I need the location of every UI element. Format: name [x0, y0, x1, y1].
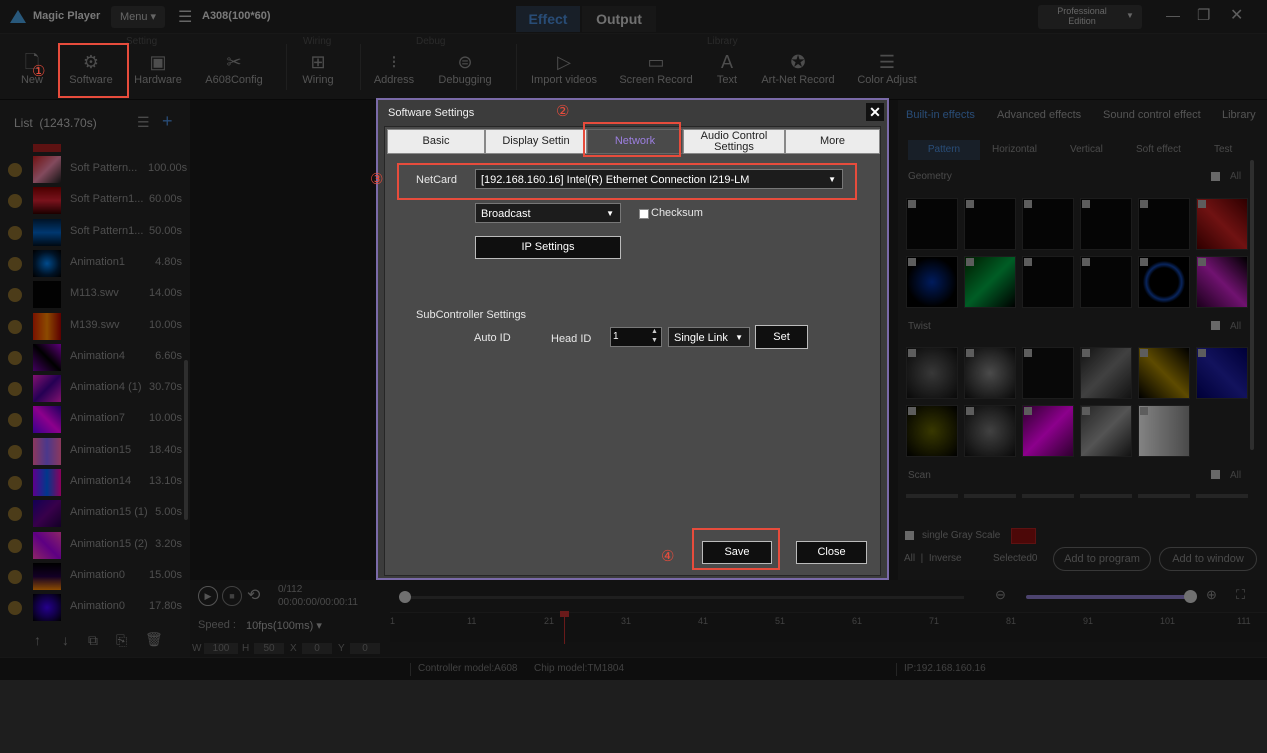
subcontroller-title: SubController Settings — [416, 309, 527, 321]
close-button[interactable]: Close — [796, 541, 867, 564]
chevron-down-icon: ▼ — [735, 333, 743, 342]
checksum-label: Checksum — [651, 207, 703, 219]
software-highlight — [58, 43, 129, 98]
save-highlight — [692, 528, 780, 570]
step-1-marker: ① — [32, 63, 46, 80]
netcard-highlight — [397, 163, 857, 200]
network-tab-highlight — [583, 122, 681, 157]
step-4-marker: ④ — [661, 548, 675, 565]
step-2-marker: ② — [556, 103, 570, 120]
tab-audio-control-settings[interactable]: Audio Control Settings — [683, 129, 785, 154]
auto-id-label: Auto ID — [474, 332, 511, 344]
broadcast-select[interactable]: Broadcast ▼ — [475, 203, 621, 223]
head-id-spinbox[interactable]: 1 ▲ ▼ — [610, 327, 662, 347]
ip-settings-button[interactable]: IP Settings — [475, 236, 621, 259]
dialog-close-icon[interactable]: ✕ — [866, 103, 884, 121]
head-id-label: Head ID — [551, 333, 592, 345]
step-3-marker: ③ — [370, 171, 384, 188]
spin-up-icon[interactable]: ▲ — [651, 328, 658, 335]
spin-down-icon[interactable]: ▼ — [651, 337, 658, 344]
dialog-title: Software Settings — [388, 107, 475, 119]
tab-basic[interactable]: Basic — [387, 129, 485, 154]
chevron-down-icon: ▼ — [606, 209, 614, 218]
checksum-checkbox[interactable] — [639, 209, 649, 219]
set-button[interactable]: Set — [755, 325, 808, 349]
tab-display-settings[interactable]: Display Settin — [485, 129, 587, 154]
tab-more[interactable]: More — [785, 129, 880, 154]
link-select[interactable]: Single Link ▼ — [668, 327, 750, 347]
